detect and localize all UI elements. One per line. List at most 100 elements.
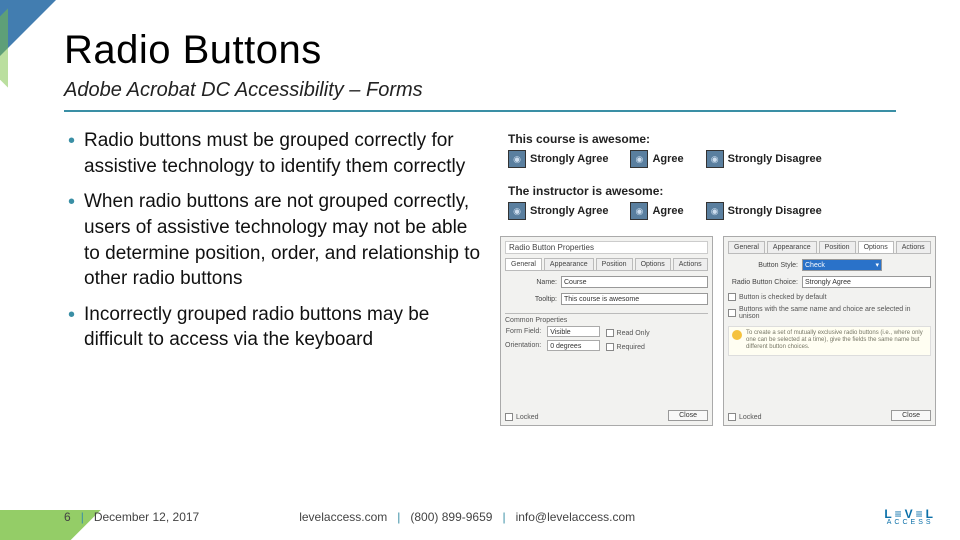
tab-options[interactable]: Options xyxy=(858,241,894,253)
separator: | xyxy=(397,510,400,524)
footer-phone: (800) 899-9659 xyxy=(410,510,492,524)
row-choice: Radio Button Choice: Strongly Agree xyxy=(728,276,931,288)
bullet-item: Incorrectly grouped radio buttons may be… xyxy=(64,302,484,353)
close-button[interactable]: Close xyxy=(891,410,931,421)
logo: L≡V≡L ACCESS xyxy=(884,507,936,526)
survey-q1-options: ◉ Strongly Agree ◉Agree ◉ Strongly Disagre… xyxy=(508,150,928,168)
radio-option[interactable]: ◉ Strongly Disagree xyxy=(706,202,822,220)
bullet-column: Radio buttons must be grouped correctly … xyxy=(64,128,484,426)
locked-check[interactable]: Locked xyxy=(728,413,762,421)
tab-position[interactable]: Position xyxy=(819,241,856,253)
radio-icon: ◉ xyxy=(630,150,648,168)
orientation-label: Orientation: xyxy=(505,342,541,349)
checkbox-icon xyxy=(505,413,513,421)
checked-default-check[interactable]: Button is checked by default xyxy=(728,293,931,301)
locked-label: Locked xyxy=(516,414,539,421)
dialog-bottom: Locked Close xyxy=(728,406,931,421)
dialog-title: Radio Button Properties xyxy=(505,241,708,254)
unison-check[interactable]: Buttons with the same name and choice ar… xyxy=(728,306,931,320)
unison-label: Buttons with the same name and choice ar… xyxy=(739,306,931,320)
footer: 6 | December 12, 2017 levelaccess.com | … xyxy=(64,507,936,526)
required-label: Required xyxy=(617,344,645,351)
radio-icon: ◉ xyxy=(706,150,724,168)
dialog-bottom: Locked Close xyxy=(505,406,708,421)
radio-icon: ◉ xyxy=(508,202,526,220)
radio-icon: ◉ xyxy=(508,150,526,168)
tip-box: To create a set of mutually exclusive ra… xyxy=(728,326,931,356)
dialog-options: General Appearance Position Options Acti… xyxy=(723,236,936,426)
style-select[interactable]: Check xyxy=(802,259,882,271)
radio-option[interactable]: ◉ Agree xyxy=(630,202,683,220)
checkbox-icon xyxy=(606,329,614,337)
tooltip-label: Tooltip: xyxy=(505,296,557,303)
common-properties: Common Properties Form Field: Visible Re… xyxy=(505,313,708,351)
dialog-tabs: General Appearance Position Options Acti… xyxy=(728,241,931,254)
radio-option[interactable]: ◉ Strongly Disagree xyxy=(706,150,822,168)
survey-q1: This course is awesome: ◉ Strongly Agree … xyxy=(500,128,936,172)
row-tooltip: Tooltip: This course is awesome xyxy=(505,293,708,305)
style-label: Button Style: xyxy=(728,262,798,269)
slide-subtitle: Adobe Acrobat DC Accessibility – Forms xyxy=(64,79,896,102)
radio-icon: ◉ xyxy=(630,202,648,220)
radio-option[interactable]: ◉Agree xyxy=(630,150,683,168)
survey-q2-options: ◉ Strongly Agree ◉ Agree ◉ Strongly Disagre… xyxy=(508,202,928,220)
option-label: Strongly Agree xyxy=(530,153,608,165)
tip-text: To create a set of mutually exclusive ra… xyxy=(746,330,927,352)
formfield-select[interactable]: Visible xyxy=(547,326,599,337)
slide: Radio Buttons Adobe Acrobat DC Accessibi… xyxy=(0,0,960,540)
bullet-item: When radio buttons are not grouped corre… xyxy=(64,189,484,292)
choice-label: Radio Button Choice: xyxy=(728,279,798,286)
readonly-label: Read Only xyxy=(617,330,650,337)
locked-check[interactable]: Locked xyxy=(505,413,539,421)
page-number: 6 xyxy=(64,510,71,524)
option-label: Agree xyxy=(652,205,683,217)
footer-url: levelaccess.com xyxy=(299,510,387,524)
separator: | xyxy=(502,510,505,524)
header: Radio Buttons Adobe Acrobat DC Accessibi… xyxy=(0,0,960,112)
tab-options[interactable]: Options xyxy=(635,258,671,270)
bullet-item: Radio buttons must be grouped correctly … xyxy=(64,128,484,179)
body: Radio buttons must be grouped correctly … xyxy=(0,112,960,426)
close-button[interactable]: Close xyxy=(668,410,708,421)
tab-position[interactable]: Position xyxy=(596,258,633,270)
option-label: Strongly Disagree xyxy=(728,205,822,217)
slide-title: Radio Buttons xyxy=(64,28,896,73)
dialog-row: Radio Button Properties General Appearan… xyxy=(500,236,936,426)
tab-actions[interactable]: Actions xyxy=(896,241,931,253)
readonly-check[interactable]: Read Only xyxy=(606,329,650,337)
survey-q2: The instructor is awesome: ◉Strongly Agr… xyxy=(500,180,936,224)
tab-general[interactable]: General xyxy=(728,241,765,253)
checkbox-icon xyxy=(728,413,736,421)
locked-label: Locked xyxy=(739,414,762,421)
row-style: Button Style: Check xyxy=(728,259,931,271)
tab-appearance[interactable]: Appearance xyxy=(767,241,817,253)
tab-actions[interactable]: Actions xyxy=(673,258,708,270)
footer-date: December 12, 2017 xyxy=(94,510,199,524)
logo-subtext: ACCESS xyxy=(887,519,934,526)
option-label: Strongly Disagree xyxy=(728,153,822,165)
common-header: Common Properties xyxy=(505,317,708,324)
required-check[interactable]: Required xyxy=(606,343,650,351)
choice-input[interactable]: Strongly Agree xyxy=(802,276,931,288)
radio-option[interactable]: ◉ Strongly Agree xyxy=(508,150,608,168)
name-label: Name: xyxy=(505,279,557,286)
orientation-select[interactable]: 0 degrees xyxy=(547,340,599,351)
checked-default-label: Button is checked by default xyxy=(739,294,827,301)
option-label: Strongly Agree xyxy=(530,205,608,217)
footer-email: info@levelaccess.com xyxy=(516,510,636,524)
example-column: This course is awesome: ◉Strongly Agree … xyxy=(500,128,936,426)
checkbox-icon xyxy=(606,343,614,351)
separator: | xyxy=(81,510,84,524)
tab-general[interactable]: General xyxy=(505,258,542,270)
radio-icon: ◉ xyxy=(706,202,724,220)
survey-q1-label: This course is awesome: xyxy=(508,132,928,146)
row-name: Name: Course xyxy=(505,276,708,288)
tab-appearance[interactable]: Appearance xyxy=(544,258,594,270)
bullet-list: Radio buttons must be grouped correctly … xyxy=(64,128,484,353)
dialog-tabs: General Appearance Position Options Acti… xyxy=(505,258,708,271)
radio-option[interactable]: ◉ Strongly Agree xyxy=(508,202,608,220)
dialog-general: Radio Button Properties General Appearan… xyxy=(500,236,713,426)
name-input[interactable]: Course xyxy=(561,276,708,288)
lightbulb-icon xyxy=(732,330,742,340)
tooltip-input[interactable]: This course is awesome xyxy=(561,293,708,305)
